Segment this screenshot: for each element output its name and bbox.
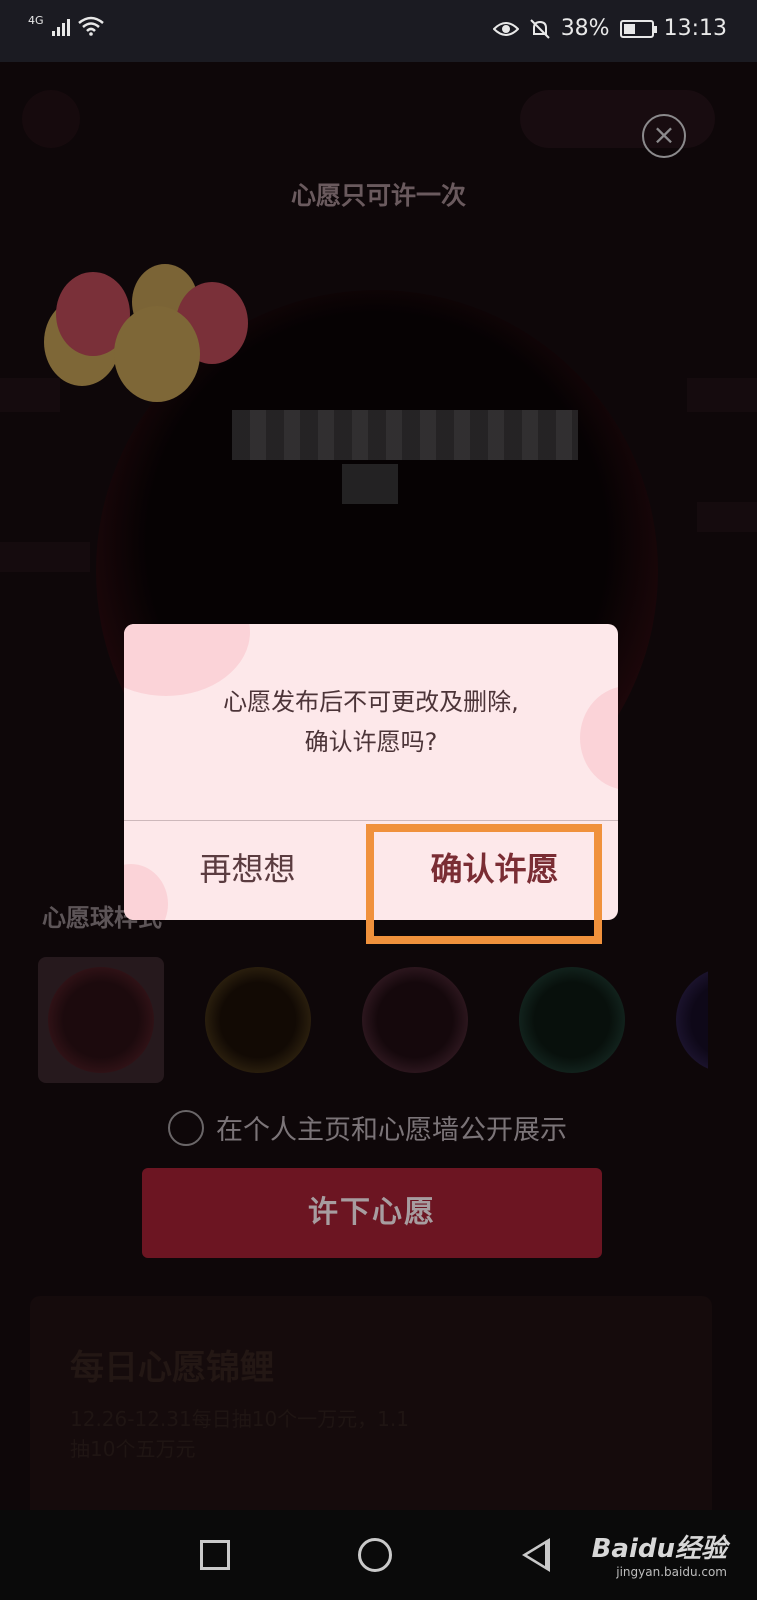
side-tab-right — [687, 378, 757, 412]
public-option-label: 在个人主页和心愿墙公开展示 — [216, 1115, 567, 1146]
daily-lucky-card: 每日心愿锦鲤 12.26-12.31每日抽10个一万元，1.1抽10个五万元 — [30, 1296, 712, 1510]
wish-once-title: 心愿只可许一次 — [290, 181, 466, 210]
skin-option[interactable] — [195, 957, 321, 1083]
clock: 13:13 — [663, 16, 727, 41]
skin-option[interactable] — [352, 957, 478, 1083]
eye-icon — [492, 21, 519, 36]
public-radio[interactable] — [168, 1109, 204, 1146]
dialog-message: 心愿发布后不可更改及删除, 确认许愿吗? — [124, 682, 618, 762]
cancel-button[interactable]: 再想想 — [124, 821, 371, 920]
balloon — [114, 306, 200, 402]
side-tab-left — [0, 378, 60, 412]
close-icon[interactable]: × — [642, 114, 686, 158]
skin-option[interactable] — [666, 957, 708, 1083]
side-text-left — [0, 542, 90, 572]
dialog-message-line1: 心愿发布后不可更改及删除, — [223, 688, 519, 716]
status-bar: 4G 38% 13:13 — [0, 0, 757, 62]
navigation-bar: Baidu经验 jingyan.baidu.com — [0, 1510, 757, 1600]
daily-card-description: 12.26-12.31每日抽10个一万元，1.1抽10个五万元 — [70, 1407, 409, 1461]
watermark-url: jingyan.baidu.com — [616, 1565, 727, 1579]
recent-apps-icon[interactable] — [200, 1540, 230, 1570]
mute-icon — [529, 18, 550, 39]
home-icon[interactable] — [358, 1538, 392, 1572]
skin-option-selected[interactable] — [38, 957, 164, 1083]
pixelated-wish-text — [342, 464, 398, 504]
dialog-message-line2: 确认许愿吗? — [304, 728, 438, 756]
battery-percent: 38% — [560, 16, 610, 41]
wifi-icon — [77, 16, 104, 36]
daily-card-title: 每日心愿锦鲤 — [70, 1348, 274, 1388]
skin-option[interactable] — [509, 957, 635, 1083]
public-option-row[interactable]: 在个人主页和心愿墙公开展示 — [168, 1108, 567, 1147]
battery-icon — [619, 19, 657, 38]
watermark-logo: Baidu经验 — [591, 1534, 727, 1564]
side-text-right — [697, 502, 757, 532]
network-type: 4G — [28, 13, 44, 27]
skin-picker — [38, 957, 708, 1083]
pixelated-wish-text — [232, 410, 578, 460]
back-button — [22, 90, 80, 148]
make-wish-button[interactable]: 许下心愿 — [142, 1168, 602, 1258]
signal-icon — [51, 16, 70, 36]
highlight-box — [366, 824, 602, 944]
back-icon[interactable] — [522, 1538, 550, 1572]
watermark: Baidu经验 jingyan.baidu.com — [592, 1528, 727, 1579]
